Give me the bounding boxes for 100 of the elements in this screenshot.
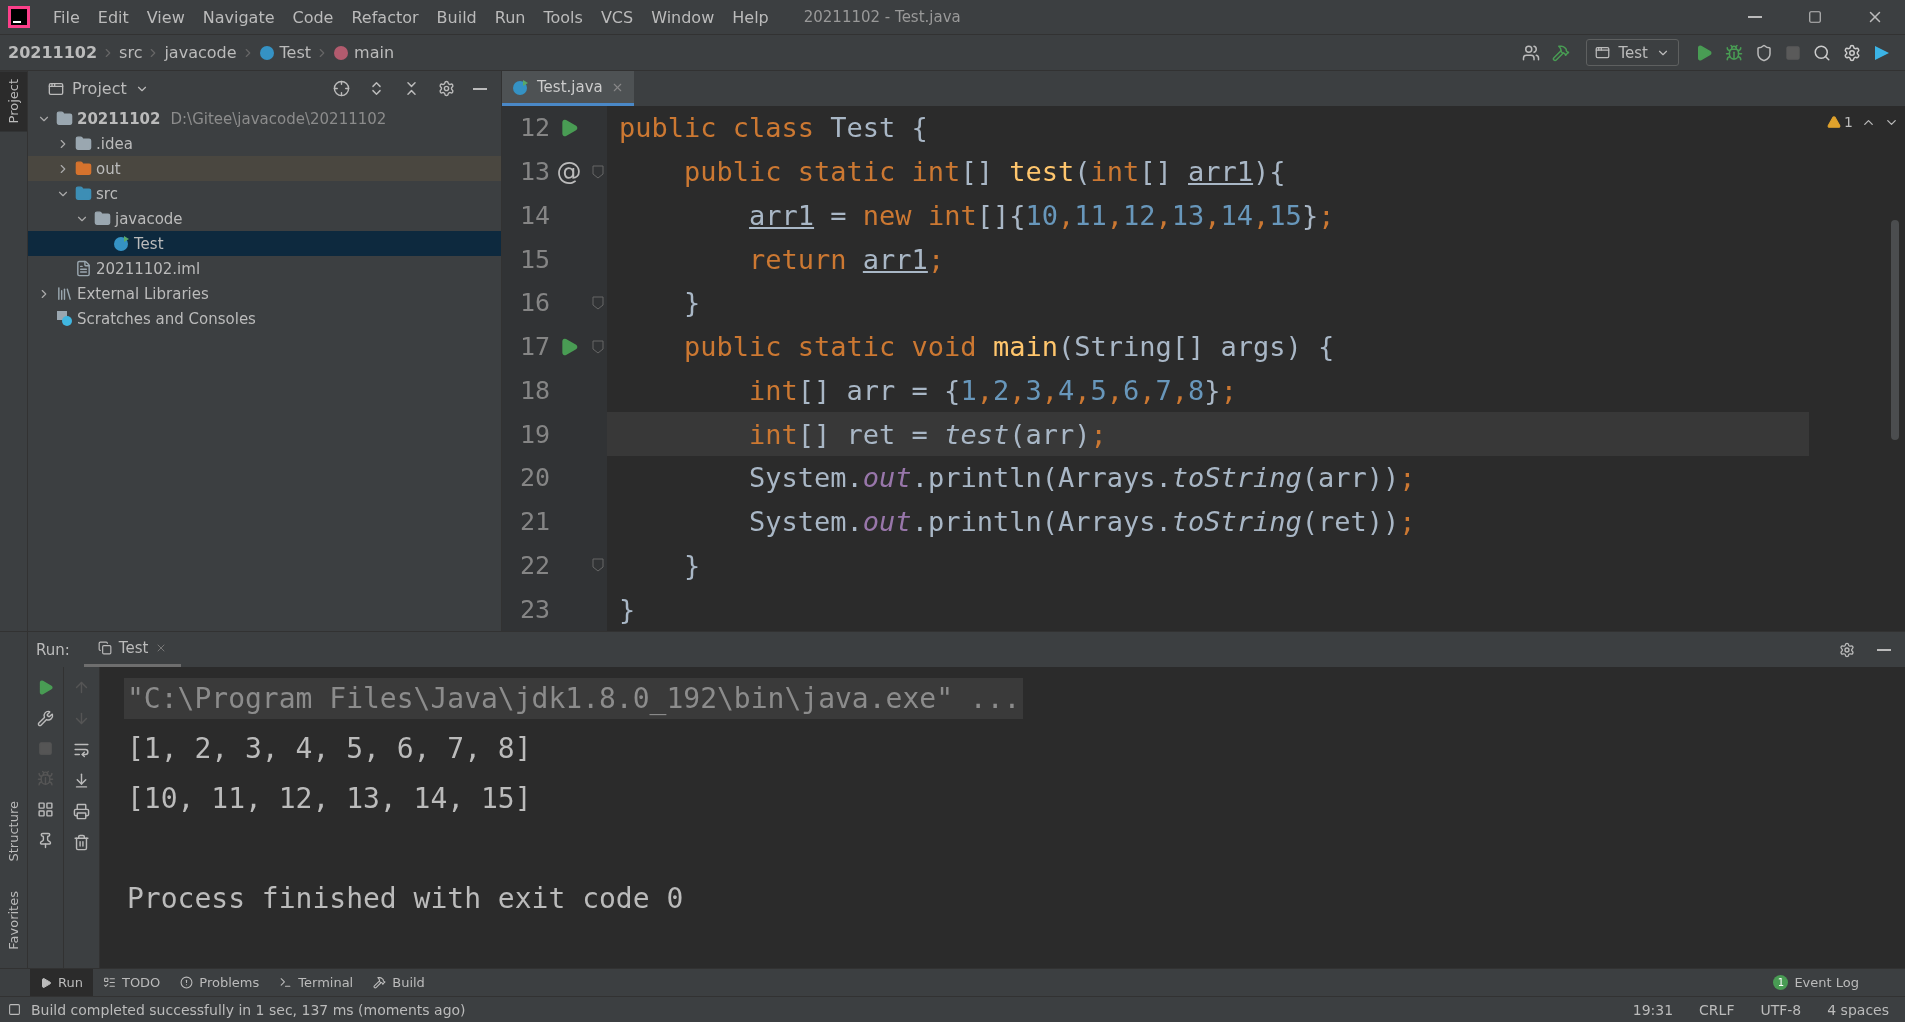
warning-count[interactable]: 1 xyxy=(1827,114,1853,130)
panel-title[interactable]: Project xyxy=(42,78,155,99)
shield-icon xyxy=(1755,43,1773,62)
fold-marker-icon[interactable] xyxy=(591,295,604,310)
tool-window-button[interactable]: Terminal xyxy=(269,968,364,997)
run-config-dropdown[interactable]: Test xyxy=(1586,39,1679,66)
side-tab[interactable]: Favorites xyxy=(0,883,27,958)
tree-item[interactable]: 20211102.iml xyxy=(28,256,501,281)
line-number: 22 xyxy=(518,550,550,580)
tree-label: javacode xyxy=(115,209,183,228)
wrench-icon[interactable] xyxy=(37,710,54,727)
tree-item[interactable]: javacode xyxy=(28,206,501,231)
rerun-icon[interactable] xyxy=(37,679,54,696)
tree-label: Scratches and Consoles xyxy=(77,309,256,328)
code-line: public class Test { xyxy=(618,111,929,146)
users-icon xyxy=(1522,43,1541,62)
breadcrumb[interactable]: main xyxy=(333,43,395,62)
soft-wrap-icon[interactable] xyxy=(73,741,90,758)
libraries-icon xyxy=(56,285,73,302)
tree-label: 20211102 xyxy=(77,109,161,128)
code-line: System.out.println(Arrays.toString(arr)); xyxy=(748,461,1417,496)
side-tab[interactable]: Project xyxy=(0,71,27,132)
layout-icon[interactable] xyxy=(37,801,54,818)
hammer-icon xyxy=(1552,43,1571,62)
settings-icon xyxy=(438,80,455,97)
status-item[interactable]: UTF-8 xyxy=(1752,1001,1810,1018)
fold-marker-icon[interactable] xyxy=(591,558,604,573)
file-icon xyxy=(75,260,92,277)
maximize-icon xyxy=(1808,10,1822,24)
print-icon[interactable] xyxy=(73,803,90,820)
code-line: int[] arr = {1,2,3,4,5,6,7,8}; xyxy=(748,373,1238,408)
status-message: Build completed successfully in 1 sec, 137 ms (moments ago) xyxy=(31,1001,467,1018)
console-line: [10, 11, 12, 13, 14, 15] xyxy=(126,780,533,817)
tool-window-button[interactable]: Run xyxy=(30,968,93,997)
tree-label: 20211102.iml xyxy=(96,259,201,278)
line-number: 17 xyxy=(518,332,550,362)
tree-item[interactable]: Test xyxy=(28,231,501,256)
minus-icon xyxy=(473,87,487,90)
search-icon xyxy=(1813,43,1831,62)
stop-icon xyxy=(1785,44,1801,61)
fold-marker-icon[interactable] xyxy=(591,339,604,354)
menu-item[interactable]: Tools xyxy=(534,7,592,27)
settings-icon xyxy=(1843,43,1861,62)
fold-marker-icon[interactable] xyxy=(591,164,604,179)
menu-item[interactable]: View xyxy=(137,7,194,27)
event-log-button[interactable]: 1 Event Log xyxy=(1767,974,1865,991)
trash-icon[interactable] xyxy=(73,834,90,851)
menu-item[interactable]: Run xyxy=(485,7,535,27)
code-line: return arr1; xyxy=(748,242,946,277)
override-marker[interactable]: @ xyxy=(556,157,582,187)
pin-icon[interactable] xyxy=(37,832,54,849)
menu-item[interactable]: File xyxy=(44,7,89,27)
status-item[interactable]: CRLF xyxy=(1691,1001,1743,1018)
scrollbar[interactable] xyxy=(1891,220,1899,440)
menu-item[interactable]: Build xyxy=(427,7,486,27)
status-item[interactable]: 4 spaces xyxy=(1819,1001,1897,1018)
breadcrumb[interactable]: Test xyxy=(258,43,312,62)
tree-item[interactable]: 20211102 D:\Gitee\javacode\20211102 xyxy=(28,106,501,131)
status-item[interactable]: 19:31 xyxy=(1624,1001,1682,1018)
problems-icon xyxy=(180,976,194,989)
minimize-icon xyxy=(1748,16,1762,18)
breadcrumb[interactable]: 20211102 xyxy=(8,43,98,62)
line-number: 19 xyxy=(518,419,550,449)
run-icon[interactable] xyxy=(559,336,579,357)
bug-icon xyxy=(1725,43,1743,62)
window-icon xyxy=(97,641,112,655)
class-icon xyxy=(512,78,529,96)
menu-item[interactable]: VCS xyxy=(591,7,643,27)
menu-item[interactable]: Help xyxy=(723,7,778,27)
tree-item[interactable]: External Libraries xyxy=(28,281,501,306)
tree-label: .idea xyxy=(96,134,133,153)
breadcrumb[interactable]: src xyxy=(119,43,143,62)
window-icon xyxy=(1595,45,1611,60)
line-number: 18 xyxy=(518,375,550,405)
tool-window-button[interactable]: Build xyxy=(363,968,435,997)
tool-window-button[interactable]: Problems xyxy=(170,968,270,997)
line-number: 14 xyxy=(518,200,550,230)
tree-item[interactable]: src xyxy=(28,181,501,206)
editor-tab[interactable]: Test.java xyxy=(502,71,634,106)
line-number: 21 xyxy=(518,507,550,537)
code-line: } xyxy=(618,592,637,627)
code-line: } xyxy=(683,286,702,321)
tree-item[interactable]: Scratches and Consoles xyxy=(28,306,501,331)
app-logo xyxy=(8,6,30,28)
folder-icon xyxy=(75,160,92,177)
menu-item[interactable]: Edit xyxy=(88,7,138,27)
tree-item[interactable]: .idea xyxy=(28,131,501,156)
minus-icon xyxy=(1877,648,1891,651)
class-icon xyxy=(113,235,130,252)
side-tab[interactable]: Structure xyxy=(0,792,27,870)
run-icon[interactable] xyxy=(559,117,579,138)
tool-window-button[interactable]: TODO xyxy=(92,968,171,997)
menu-item[interactable]: Code xyxy=(283,7,343,27)
breadcrumb[interactable]: javacode xyxy=(164,43,237,62)
menu-item[interactable]: Window xyxy=(642,7,724,27)
tree-item[interactable]: out xyxy=(28,156,501,181)
menu-item[interactable]: Navigate xyxy=(193,7,284,27)
console-line: Process finished with exit code 0 xyxy=(126,880,685,917)
menu-item[interactable]: Refactor xyxy=(342,7,428,27)
scroll-to-end-icon[interactable] xyxy=(73,772,90,789)
